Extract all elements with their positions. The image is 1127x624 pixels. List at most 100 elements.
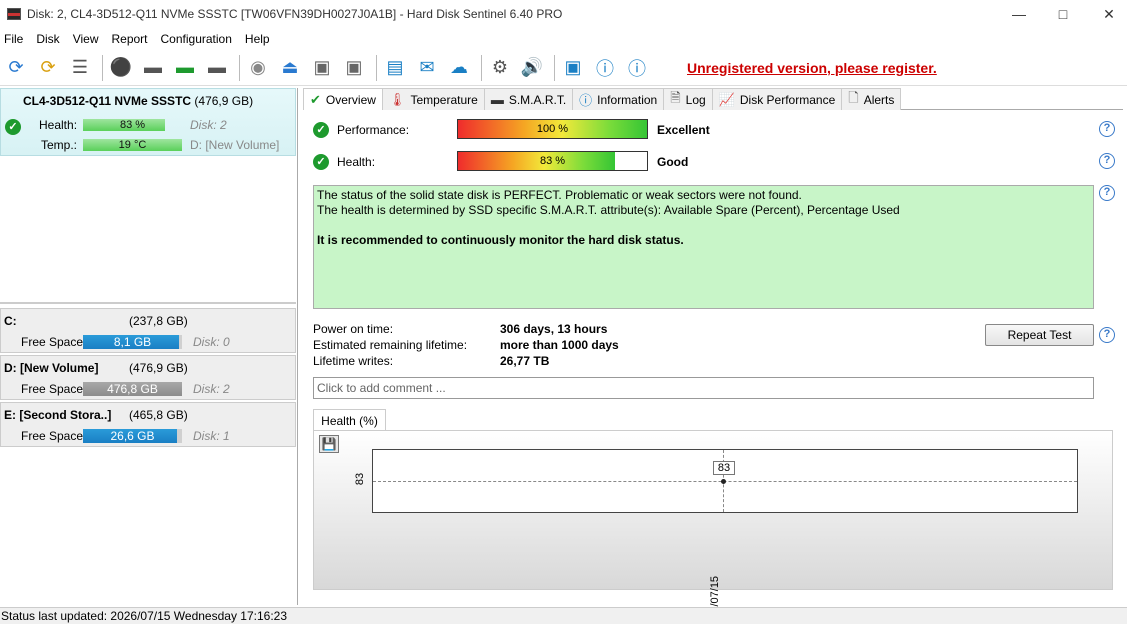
sound-icon[interactable]: 🔊 — [518, 54, 546, 82]
free-space-label: Free Space — [21, 335, 84, 349]
tab-disk-performance[interactable]: 📈 Disk Performance — [711, 88, 843, 110]
maximize-button[interactable]: □ — [1040, 0, 1086, 28]
volume-size: (237,8 GB) — [129, 314, 188, 328]
help-icon[interactable]: ? — [1099, 153, 1115, 169]
disk-ref: Disk: 2 — [190, 118, 227, 132]
status-bar: Status last updated: 2026/07/15 Wednesda… — [0, 607, 1127, 624]
refresh-warning-icon[interactable]: ⟳ — [34, 54, 62, 82]
disk-test-icon[interactable]: ⚫ — [107, 54, 135, 82]
data-point — [721, 479, 726, 484]
volume-size: (476,9 GB) — [129, 361, 188, 375]
settings-icon[interactable]: ⚙ — [486, 54, 514, 82]
disk-schedule-icon[interactable]: ▬ — [139, 54, 167, 82]
free-space-value: 476,8 GB — [107, 382, 158, 396]
health-bar: 83 % — [457, 151, 648, 171]
disk-capacity: (476,9 GB) — [194, 94, 254, 108]
network-icon[interactable]: ☁ — [445, 54, 473, 82]
disk-ok-icon[interactable]: ▬ — [171, 54, 199, 82]
disk-head-icon[interactable]: ◉ — [244, 54, 272, 82]
menu-file[interactable]: File — [0, 30, 27, 48]
app-icon — [7, 8, 21, 20]
volume-name: D: [New Volume] — [4, 361, 99, 375]
tab-health-chart[interactable]: Health (%) — [313, 409, 386, 431]
volume-card-c[interactable]: C: (237,8 GB) Free Space 8,1 GB Disk: 0 — [0, 308, 296, 353]
free-space-value: 26,6 GB — [110, 429, 155, 443]
help-icon[interactable]: ⓘ — [591, 54, 619, 82]
performance-bar: 100 % — [457, 119, 648, 139]
health-value: 83 % — [539, 155, 566, 167]
tab-information[interactable]: ⓘ Information — [572, 88, 665, 110]
eject-icon[interactable]: ⏏ — [276, 54, 304, 82]
check-circle-icon: ✔ — [310, 92, 321, 107]
volume-disk: Disk: 1 — [193, 429, 230, 443]
y-tick-label: 83 — [354, 472, 367, 486]
tab-smart[interactable]: ▬ S.M.A.R.T. — [483, 88, 574, 110]
help-icon[interactable]: ? — [1099, 185, 1115, 201]
writes-value: 26,77 TB — [500, 354, 550, 368]
data-label: 83 — [713, 461, 735, 475]
window-title: Disk: 2, CL4-3D512-Q11 NVMe SSSTC [TW06V… — [27, 7, 563, 21]
lifetime-value: more than 1000 days — [500, 338, 619, 352]
health-label: Health: — [337, 155, 376, 169]
power-on-label: Power on time: — [313, 322, 394, 336]
drive-icon: ▬ — [490, 92, 504, 107]
tab-log[interactable]: 🗎 Log — [663, 88, 713, 110]
tab-overview[interactable]: ✔ Overview — [303, 88, 383, 111]
temp-value: 19 °C — [83, 139, 182, 151]
unregistered-link[interactable]: Unregistered version, please register. — [687, 60, 937, 76]
health-ok-icon: ✓ — [313, 154, 329, 170]
close-button[interactable]: ✕ — [1086, 0, 1127, 28]
save-icon[interactable]: 💾 — [319, 435, 339, 453]
free-space-bar: 476,8 GB — [83, 382, 182, 396]
tab-label: Alerts — [863, 92, 895, 107]
tab-label: S.M.A.R.T. — [508, 92, 567, 107]
status-recommendation: It is recommended to continuously monito… — [317, 233, 684, 247]
disk-card[interactable]: CL4-3D512-Q11 NVMe SSSTC (476,9 GB) ✓ He… — [0, 88, 296, 156]
disk-list-icon[interactable]: ☰ — [66, 54, 94, 82]
help-icon[interactable]: ? — [1099, 327, 1115, 343]
info-icon[interactable]: ⓘ — [623, 54, 651, 82]
tab-label: Temperature — [410, 92, 478, 107]
performance-ok-icon: ✓ — [313, 122, 329, 138]
title-bar: Disk: 2, CL4-3D512-Q11 NVMe SSSTC [TW06V… — [0, 0, 1127, 28]
performance-value: 100 % — [536, 123, 569, 135]
volume-size: (465,8 GB) — [129, 408, 188, 422]
plot-area: 83 — [372, 449, 1078, 513]
help-icon[interactable]: ? — [1099, 121, 1115, 137]
panel-splitter[interactable] — [0, 302, 296, 304]
menu-help[interactable]: Help — [241, 30, 274, 48]
power-on-value: 306 days, 13 hours — [500, 322, 608, 336]
performance-label: Performance: — [337, 123, 410, 137]
external-drive-icon[interactable]: ▣ — [340, 54, 368, 82]
comment-field[interactable]: Click to add comment ... — [313, 377, 1094, 399]
lifetime-label: Estimated remaining lifetime: — [313, 338, 468, 352]
overview-panel: ✓ Performance: 100 % Excellent ? ✓ Healt… — [303, 110, 1123, 624]
menu-configuration[interactable]: Configuration — [157, 30, 236, 48]
tab-temperature[interactable]: 🌡 Temperature — [381, 88, 485, 110]
volume-name: C: — [4, 314, 17, 328]
mail-icon[interactable]: ✉ — [413, 54, 441, 82]
health-rating: Good — [657, 155, 689, 169]
refresh-icon[interactable]: ⟳ — [2, 54, 30, 82]
health-value: 83 % — [119, 119, 146, 131]
minimize-button[interactable]: — — [996, 0, 1042, 28]
toolbar: ⟳ ⟳ ☰ ⚫ ▬ ▬ ▬ ◉ ⏏ ▣ ▣ ▤ ✉ ☁ ⚙ 🔊 ▣ ⓘ ⓘ Un… — [0, 50, 1127, 86]
toolbar-separator — [239, 54, 240, 81]
tab-label: Log — [685, 92, 706, 107]
disk-search-icon[interactable]: ▬ — [203, 54, 231, 82]
volume-card-d[interactable]: D: [New Volume] (476,9 GB) Free Space 47… — [0, 355, 296, 400]
disk-name: CL4-3D512-Q11 NVMe SSSTC — [23, 94, 192, 108]
info-icon: ⓘ — [579, 93, 593, 108]
writes-label: Lifetime writes: — [313, 354, 394, 368]
drive-icon[interactable]: ▣ — [308, 54, 336, 82]
menu-report[interactable]: Report — [107, 30, 151, 48]
menu-view[interactable]: View — [69, 30, 103, 48]
screenshot-icon[interactable]: ▣ — [559, 54, 587, 82]
menu-disk[interactable]: Disk — [32, 30, 63, 48]
report-icon[interactable]: ▤ — [381, 54, 409, 82]
main-tabs: ✔ Overview 🌡 Temperature ▬ S.M.A.R.T. ⓘ … — [303, 88, 1123, 111]
repeat-test-button[interactable]: Repeat Test — [985, 324, 1094, 346]
free-space-value: 8,1 GB — [113, 335, 152, 349]
volume-card-e[interactable]: E: [Second Stora..] (465,8 GB) Free Spac… — [0, 402, 296, 447]
tab-alerts[interactable]: 🗋 Alerts — [841, 88, 902, 110]
